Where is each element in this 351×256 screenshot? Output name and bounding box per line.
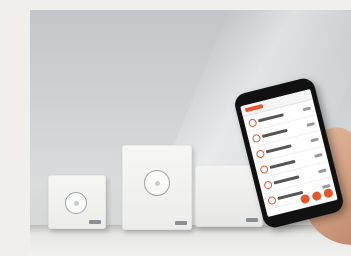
logo-mark	[175, 221, 187, 225]
dial-icon	[144, 170, 170, 196]
logo-mark	[89, 220, 101, 224]
thermostat-small	[48, 175, 106, 229]
room-icon	[251, 133, 262, 144]
room-icon	[263, 180, 273, 190]
shelf-surface	[30, 225, 351, 256]
action-button	[311, 190, 323, 202]
action-button	[322, 187, 334, 199]
logo-mark	[246, 218, 258, 222]
dial-icon	[65, 192, 87, 214]
room-icon	[255, 149, 266, 159]
room-icon	[259, 164, 270, 175]
room-icon	[247, 118, 258, 128]
action-button	[299, 193, 311, 205]
product-photo	[30, 10, 351, 256]
room-icon	[267, 195, 277, 206]
thermostat-large	[122, 145, 192, 230]
